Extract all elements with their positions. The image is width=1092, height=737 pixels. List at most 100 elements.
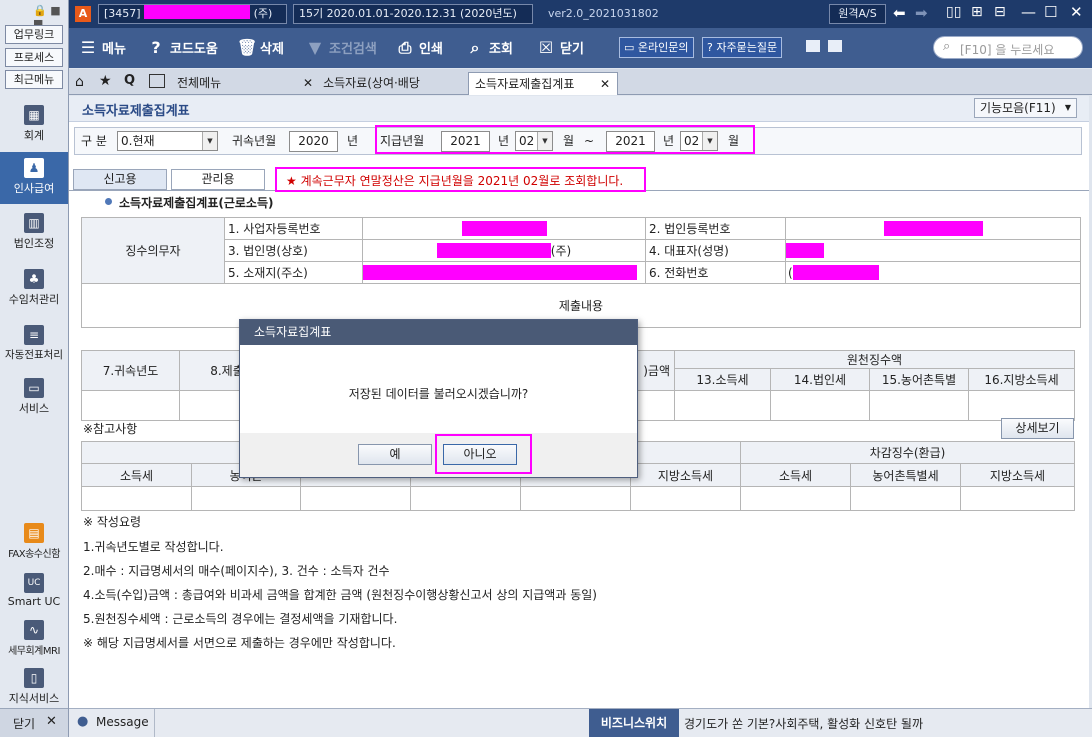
subtab-manage[interactable]: 관리용 — [171, 169, 265, 190]
period-box[interactable]: 15기 2020.01.01-2020.12.31 (2020년도) — [293, 4, 533, 24]
maximize-icon[interactable]: ☐ — [1044, 3, 1057, 21]
cell[interactable] — [740, 486, 851, 511]
month-unit: 월 — [728, 134, 740, 148]
yes-button[interactable]: 예 — [358, 444, 432, 465]
sidebar-button-recent[interactable]: 최근메뉴 — [5, 70, 63, 89]
search-placeholder: [F10] 을 누르세요 — [960, 43, 1055, 57]
cell[interactable] — [300, 486, 411, 511]
confirm-dialog: 소득자료집계표 저장된 데이터를 불러오시겠습니까? 예 아니오 — [239, 319, 638, 478]
cell[interactable] — [520, 486, 631, 511]
nav-mri[interactable]: ∿ 세무회계MRI — [0, 620, 68, 660]
guide-line: 5.원천징수세액 : 근로소득의 경우에는 결정세액을 기재합니다. — [83, 612, 398, 626]
sidebar-button-process[interactable]: 프로세스 — [5, 48, 63, 67]
hamburger-icon: ☰ — [80, 38, 96, 57]
back-arrow-icon[interactable]: ⬅ — [893, 4, 906, 22]
pay-from-year-input[interactable]: 2021 — [441, 131, 490, 152]
nav-accounting[interactable]: ▦ 회계 — [0, 100, 68, 148]
minimize-icon[interactable]: — — [1021, 3, 1036, 21]
function-menu-button[interactable]: 기능모음(F11) ▼ — [974, 98, 1077, 118]
company-suffix: (주) — [253, 7, 273, 20]
cell[interactable] — [960, 486, 1075, 511]
to-month-value: 02 — [684, 134, 700, 148]
star-icon[interactable]: ★ — [99, 73, 112, 89]
delete-button[interactable]: 🗑 삭제 — [237, 36, 284, 60]
search-button[interactable]: ⌕ 조회 — [466, 36, 513, 60]
nav-payroll[interactable]: ♟ 인사급여 — [0, 152, 68, 204]
print-button[interactable]: ⎙ 인쇄 — [396, 36, 443, 60]
belong-year-label: 귀속년월 — [232, 134, 277, 148]
menu-button[interactable]: ☰ 메뉴 — [79, 36, 126, 60]
condition-search-button[interactable]: ▼ 조건검색 — [306, 36, 377, 60]
code-help-button[interactable]: ? 코드도움 — [147, 36, 217, 60]
close-window-icon[interactable]: ✕ — [1070, 3, 1083, 21]
panel-icon[interactable] — [806, 40, 820, 52]
book-icon[interactable]: ▯▯ — [946, 4, 961, 20]
corp-name-suffix: (주) — [550, 244, 572, 258]
news-ticker[interactable]: 경기도가 쏜 기본?사회주택, 활성화 신호탄 될까 — [684, 715, 923, 732]
notice-text: ★ 계속근무자 연말정산은 지급년월을 2021년 02월로 조회합니다. — [286, 172, 623, 189]
redacted-value — [436, 243, 551, 258]
tab-bonus-dividend[interactable]: ✕ 소득자료(상여·배당 — [297, 72, 426, 95]
redacted-value — [792, 265, 879, 280]
page-title: 소득자료제출집계표 — [82, 104, 190, 119]
close-icon[interactable]: ✕ — [600, 73, 610, 95]
field-corp-name-value: (주) — [362, 239, 646, 262]
list-icon[interactable]: ⊟ — [994, 4, 1006, 20]
gubun-select[interactable]: 0.현재 ▼ — [117, 131, 218, 151]
cell[interactable] — [81, 390, 180, 421]
nav-knowledge[interactable]: ▯ 지식서비스 — [0, 668, 68, 705]
grid-icon[interactable]: ⊞ — [971, 4, 983, 20]
cell[interactable] — [770, 390, 870, 421]
nav-corporate[interactable]: ▥ 법인조정 — [0, 210, 68, 258]
help-circle-icon: ? — [707, 41, 713, 54]
nav-auto-voucher-label: 자동전표처리 — [5, 349, 63, 361]
close-button[interactable]: ☒ 닫기 — [537, 36, 584, 60]
close-label: 닫기 — [560, 42, 584, 57]
sidebar-close[interactable]: 닫기 ✕ — [0, 708, 68, 737]
cell[interactable] — [410, 486, 521, 511]
remote-as-button[interactable]: 원격A/S — [829, 4, 886, 24]
message-button[interactable]: ● Message — [69, 709, 155, 737]
faq-button[interactable]: ? 자주묻는질문 — [702, 37, 783, 58]
app-logo-icon: A — [75, 6, 91, 22]
company-box[interactable]: [3457] (주) — [98, 4, 287, 24]
online-inquiry-button[interactable]: ▭ 온라인문의 — [619, 37, 694, 58]
cell[interactable] — [674, 390, 771, 421]
nav-client[interactable]: ♣ 수임처관리 — [0, 266, 68, 314]
col-income-tax: 소득세 — [81, 463, 192, 487]
payer-group-label: 징수의무자 — [81, 217, 225, 284]
tab-bar: ⌂ ★ Q 전체메뉴 ✕ 소득자료(상여·배당 소득자료제출집계표 ✕ — [69, 69, 1092, 95]
nav-fax[interactable]: ▤ FAX송수신함 — [0, 523, 68, 563]
field-business-no-label: 1. 사업자등록번호 — [224, 217, 363, 240]
cell[interactable] — [968, 390, 1075, 421]
close-icon: ✕ — [46, 714, 57, 729]
nav-auto-voucher[interactable]: ≡ 자동전표처리 — [0, 323, 68, 371]
cell[interactable] — [850, 486, 961, 511]
tab-all-menu[interactable]: 전체메뉴 — [171, 72, 227, 95]
pay-to-month-select[interactable]: 02 ▼ — [680, 131, 718, 151]
cell[interactable] — [630, 486, 741, 511]
nav-mri-label: 세무회계MRI — [8, 646, 60, 657]
belong-year-input[interactable]: 2020 — [289, 131, 338, 152]
biz-switch-label: 비즈니스위치 — [589, 709, 679, 737]
close-icon[interactable]: ✕ — [303, 76, 313, 90]
cell[interactable] — [81, 486, 192, 511]
no-button[interactable]: 아니오 — [443, 444, 517, 465]
subtab-report[interactable]: 신고용 — [73, 169, 167, 190]
cell[interactable] — [191, 486, 301, 511]
menu-search-input[interactable]: ⌕ [F10] 을 누르세요 — [933, 36, 1083, 59]
pay-from-month-select[interactable]: 02 ▼ — [515, 131, 553, 151]
pay-to-year-input[interactable]: 2021 — [606, 131, 655, 152]
home-icon[interactable]: ⌂ — [75, 74, 84, 90]
cell[interactable] — [869, 390, 969, 421]
redacted-value — [461, 221, 547, 236]
nav-smart-uc[interactable]: UC Smart UC — [0, 573, 68, 613]
forward-arrow-icon[interactable]: ➡ — [915, 4, 928, 22]
tab-income-summary[interactable]: 소득자료제출집계표 ✕ — [468, 72, 618, 95]
sidebar-button-link[interactable]: 업무링크 — [5, 25, 63, 44]
dialog-body: 저장된 데이터를 불러오시겠습니까? — [240, 345, 637, 433]
search-icon[interactable]: Q — [124, 73, 135, 88]
nav-service[interactable]: ▭ 서비스 — [0, 377, 68, 421]
panel-icon-2[interactable] — [828, 40, 842, 52]
detail-button[interactable]: 상세보기 — [1001, 418, 1074, 439]
